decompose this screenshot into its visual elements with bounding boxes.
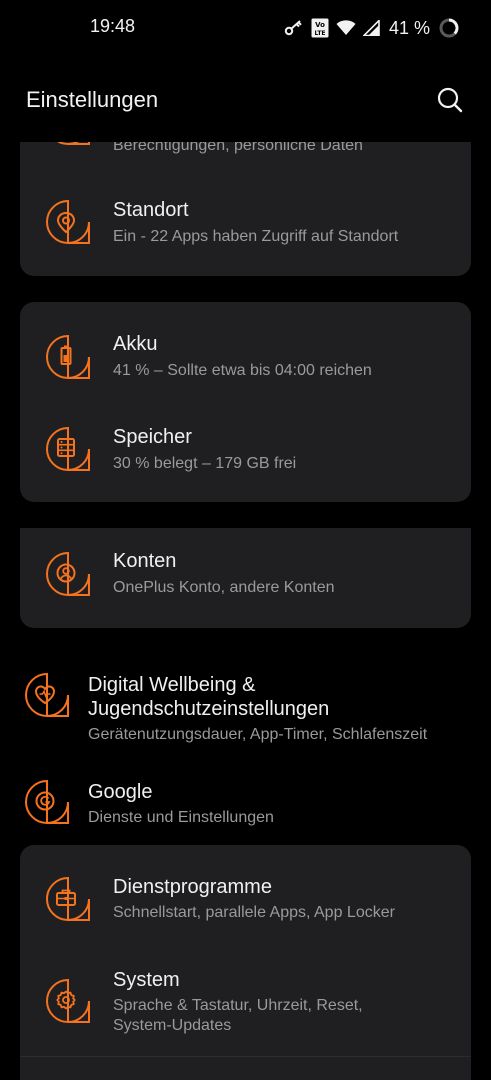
settings-item-subtitle: Ein - 22 Apps haben Zugriff auf Standort xyxy=(113,228,399,245)
accounts-card: Konten OnePlus Konto, andere Konten xyxy=(20,528,471,628)
settings-screen: Berechtigungen, persönliche Daten Stando… xyxy=(0,0,491,1080)
settings-item-subtitle: Gerätenutzungsdauer, App-Timer, Schlafen… xyxy=(88,726,428,743)
toolbox-icon xyxy=(45,876,91,922)
settings-list[interactable]: Berechtigungen, persönliche Daten Stando… xyxy=(0,0,491,1080)
status-time: 19:48 xyxy=(90,16,136,36)
settings-item-location[interactable]: Standort Ein - 22 Apps haben Zugriff auf… xyxy=(20,176,471,266)
settings-item-title: Google xyxy=(88,781,153,803)
settings-item-subtitle: Dienste und Einstellungen xyxy=(88,809,274,826)
settings-item-subtitle-line2: System-Updates xyxy=(113,1017,232,1034)
google-icon xyxy=(24,779,70,825)
divider xyxy=(20,1056,471,1057)
wifi-icon xyxy=(336,20,356,36)
settings-item-title: Konten xyxy=(113,550,177,572)
settings-item-battery[interactable]: Akku 41 % – Sollte etwa bis 04:00 reiche… xyxy=(20,312,471,402)
battery-icon xyxy=(45,334,91,380)
settings-item-digital-wellbeing[interactable]: Digital Wellbeing & Jugendschutzeinstell… xyxy=(0,660,491,755)
settings-item-title: Speicher xyxy=(113,426,192,448)
status-icons: Vo LTE 41 % xyxy=(284,16,459,40)
settings-item-subtitle: Schnellstart, parallele Apps, App Locker xyxy=(113,904,395,921)
settings-item-subtitle: 41 % – Sollte etwa bis 04:00 reichen xyxy=(113,362,372,379)
gear-icon xyxy=(45,978,91,1024)
svg-text:Vo: Vo xyxy=(315,21,325,29)
cell-signal-icon xyxy=(362,20,380,36)
battery-storage-card: Akku 41 % – Sollte etwa bis 04:00 reiche… xyxy=(20,302,471,502)
settings-item-storage[interactable]: Speicher 30 % belegt – 179 GB frei xyxy=(20,402,471,494)
heart-icon xyxy=(24,672,70,718)
location-pin-icon xyxy=(45,199,91,245)
settings-item-title: Standort xyxy=(113,199,189,221)
battery-ring-icon xyxy=(439,18,459,38)
settings-item-utilities[interactable]: Dienstprogramme Schnellstart, parallele … xyxy=(20,855,471,951)
settings-item-title-line2: Jugendschutzeinstellungen xyxy=(88,698,330,720)
search-icon xyxy=(434,87,466,120)
account-icon xyxy=(45,551,91,597)
settings-item-accounts[interactable]: Konten OnePlus Konto, andere Konten xyxy=(20,528,471,628)
svg-text:LTE: LTE xyxy=(314,30,325,37)
volte-icon: Vo LTE xyxy=(311,18,329,38)
settings-item-title-line1: Digital Wellbeing & xyxy=(88,674,256,696)
settings-item-subtitle-line1: Sprache & Tastatur, Uhrzeit, Reset, xyxy=(113,997,363,1014)
utilities-system-card: Dienstprogramme Schnellstart, parallele … xyxy=(20,845,471,1080)
settings-item-system[interactable]: System Sprache & Tastatur, Uhrzeit, Rese… xyxy=(20,951,471,1055)
settings-item-title: System xyxy=(113,969,180,991)
settings-item-google[interactable]: Google Dienste und Einstellungen xyxy=(0,770,491,836)
battery-percent: 41 % xyxy=(388,17,430,38)
settings-item-subtitle: OnePlus Konto, andere Konten xyxy=(113,579,335,596)
key-icon xyxy=(284,20,304,36)
settings-item-title: Dienstprogramme xyxy=(113,876,272,898)
search-button[interactable] xyxy=(434,84,466,116)
settings-item-subtitle: 30 % belegt – 179 GB frei xyxy=(113,455,297,472)
page-title: Einstellungen xyxy=(26,87,159,112)
storage-icon xyxy=(45,426,91,472)
app-bar: Einstellungen xyxy=(0,56,491,142)
status-bar: 19:48 Vo LTE 41 % xyxy=(0,0,491,56)
settings-item-title: Akku xyxy=(113,333,158,355)
